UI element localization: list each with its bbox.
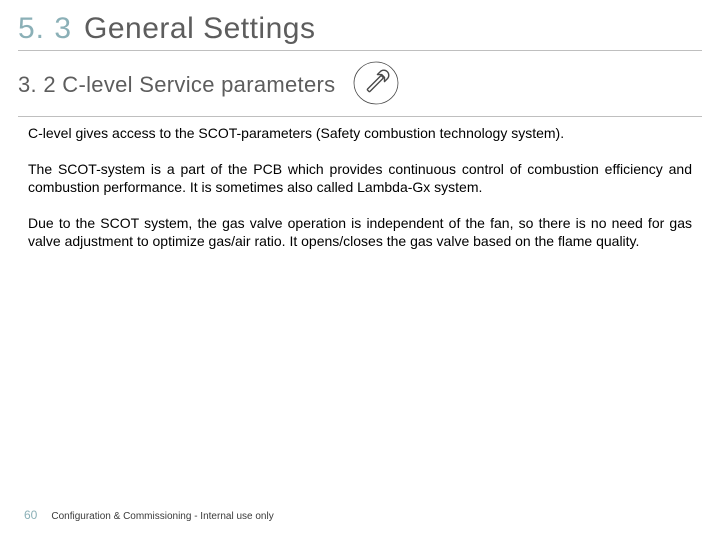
wrench-icon	[353, 60, 399, 106]
paragraph: The SCOT-system is a part of the PCB whi…	[28, 161, 692, 197]
slide: 5. 3 General Settings 3. 2 C-level Servi…	[0, 0, 720, 540]
footer: 60 Configuration & Commissioning - Inter…	[24, 508, 274, 522]
paragraph: C-level gives access to the SCOT-paramet…	[28, 125, 692, 143]
paragraph: Due to the SCOT system, the gas valve op…	[28, 215, 692, 251]
subsection-header: 3. 2 C-level Service parameters	[18, 62, 702, 117]
footer-text: Configuration & Commissioning - Internal…	[51, 511, 273, 522]
chapter-header: 5. 3 General Settings	[18, 12, 702, 51]
body-content: C-level gives access to the SCOT-paramet…	[28, 125, 692, 269]
chapter-title: General Settings	[84, 12, 315, 46]
subsection-title: 3. 2 C-level Service parameters	[18, 72, 335, 98]
page-number: 60	[24, 508, 37, 522]
chapter-number: 5. 3	[18, 12, 84, 46]
